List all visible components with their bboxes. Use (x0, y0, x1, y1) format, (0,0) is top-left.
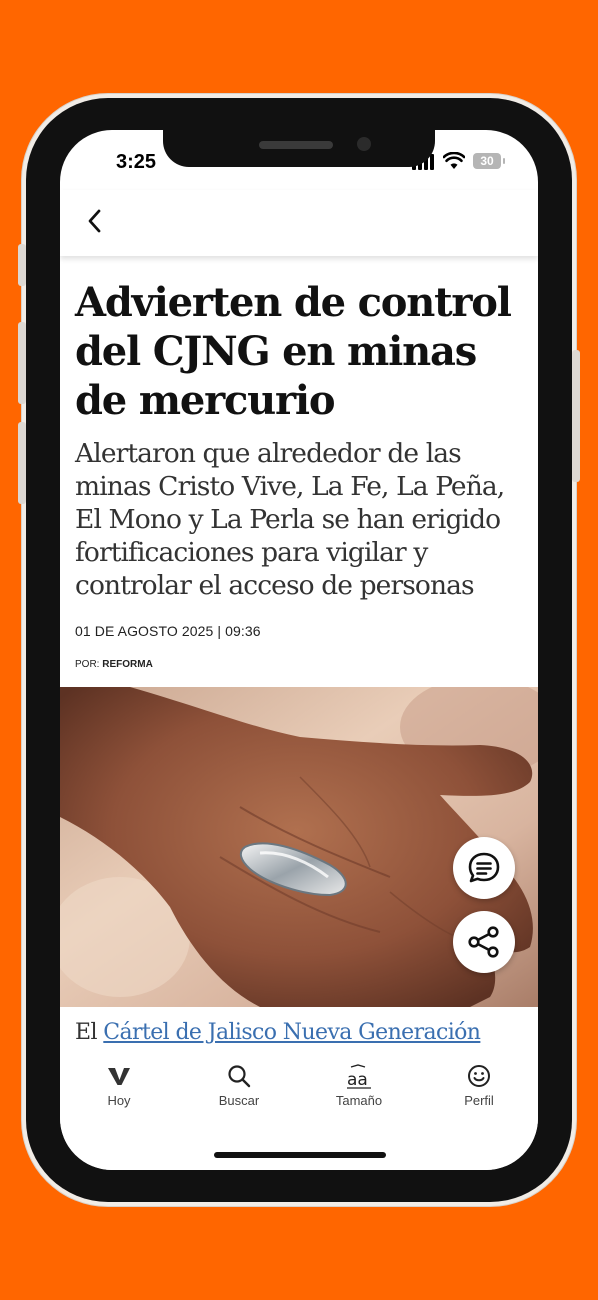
home-indicator (214, 1152, 386, 1158)
byline-author[interactable]: REFORMA (102, 659, 153, 670)
body-lead-text: El (75, 1020, 104, 1045)
volume-down-button (18, 422, 26, 504)
comment-icon (468, 852, 500, 883)
wifi-icon (442, 151, 466, 175)
silent-switch (18, 244, 26, 286)
back-button[interactable] (80, 206, 110, 236)
cjng-link[interactable]: Cártel de Jalisco Nueva Generación (103, 1020, 481, 1045)
text-size-icon: aa (314, 1062, 404, 1090)
chevron-left-icon (88, 209, 101, 233)
article-photo[interactable] (60, 687, 538, 1007)
tab-buscar[interactable]: Buscar (194, 1062, 284, 1108)
share-button[interactable] (453, 911, 515, 973)
comments-button[interactable] (453, 837, 515, 899)
front-camera (357, 137, 371, 151)
notch (163, 130, 435, 167)
tab-buscar-label: Buscar (218, 1093, 260, 1108)
article-date: 01 DE AGOSTO 2025 | 09:36 (75, 623, 261, 639)
article-subheadline: Alertaron que alrededor de las minas Cri… (75, 438, 505, 601)
v-logo-icon (74, 1062, 164, 1090)
volume-up-button (18, 322, 26, 404)
power-button (572, 350, 580, 482)
status-time: 3:25 (116, 151, 157, 173)
tab-hoy-label: Hoy (107, 1093, 131, 1108)
search-icon (194, 1062, 284, 1090)
speaker (259, 141, 333, 149)
svg-text:aa: aa (347, 1070, 368, 1089)
share-icon (468, 926, 499, 958)
tab-tamano-label: Tamaño (335, 1093, 383, 1108)
tab-hoy[interactable]: Hoy (74, 1062, 164, 1108)
byline-prefix: POR: (75, 659, 100, 670)
battery-icon: 30 (473, 153, 505, 169)
article-byline: POR: REFORMA (75, 659, 153, 670)
tab-perfil[interactable]: Perfil (434, 1062, 524, 1108)
tab-perfil-label: Perfil (464, 1093, 494, 1108)
screen: 3:25 30 Advierten de control del CJNG en… (60, 130, 538, 1170)
top-navigation-bar (60, 190, 538, 256)
article-body-lead: El Cártel de Jalisco Nueva Generación (75, 1020, 535, 1045)
phone-frame: 3:25 30 Advierten de control del CJNG en… (18, 98, 580, 1202)
tab-tamano[interactable]: aa Tamaño (314, 1062, 404, 1108)
article-headline: Advierten de control del CJNG en minas d… (75, 279, 512, 424)
smiley-icon (434, 1062, 524, 1090)
